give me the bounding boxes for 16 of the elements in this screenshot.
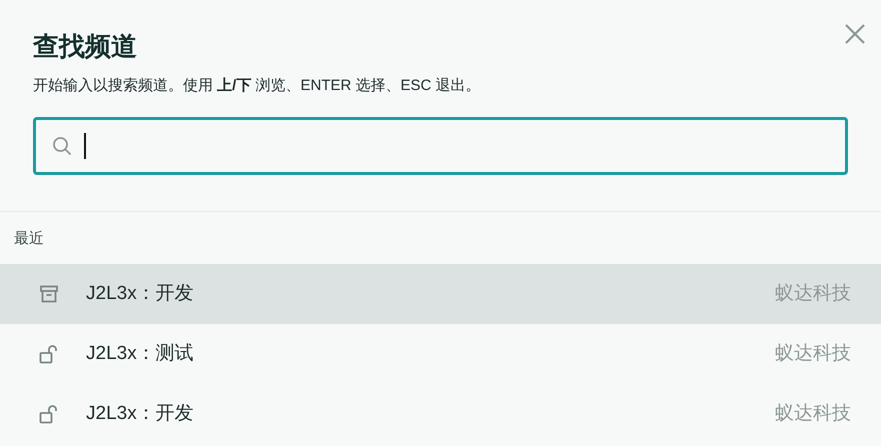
channel-name: J2L3x：测试: [86, 342, 194, 366]
channel-row[interactable]: J2L3x：开发 蚁达科技: [0, 264, 881, 324]
section-heading: 最近: [13, 229, 45, 249]
team-name: 蚁达科技: [775, 282, 851, 306]
archive-icon: [39, 284, 59, 304]
channel-name: J2L3x：开发: [86, 402, 194, 426]
close-icon: [845, 24, 865, 44]
search-icon: [52, 136, 72, 156]
team-name: 蚁达科技: [775, 402, 851, 426]
dialog-title: 查找频道: [33, 31, 138, 64]
search-field[interactable]: [33, 117, 848, 175]
team-name: 蚁达科技: [775, 342, 851, 366]
instructions-text: 开始输入以搜索频道。使用 上/下 浏览、ENTER 选择、ESC 退出。: [33, 76, 482, 96]
text-cursor: [84, 133, 86, 159]
close-button[interactable]: [843, 22, 867, 46]
channel-name: J2L3x：开发: [86, 282, 194, 306]
